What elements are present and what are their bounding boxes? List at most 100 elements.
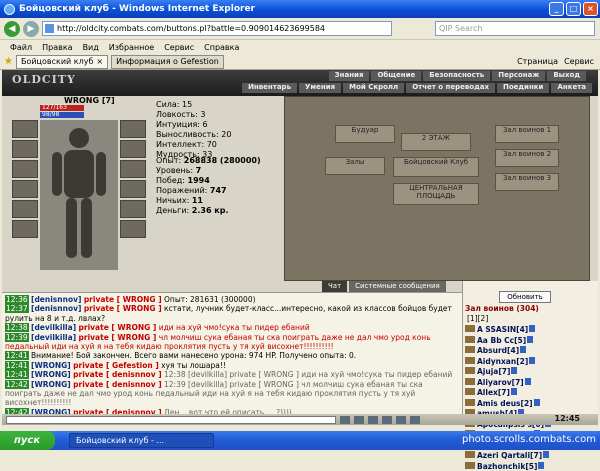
sound-icon[interactable]	[396, 415, 406, 424]
tab-gefestion-info[interactable]: Информация о Gefestion	[111, 54, 224, 69]
chat-private-target[interactable]: private [ denisnnov ]	[73, 370, 162, 379]
belt-slot[interactable]	[12, 200, 38, 218]
menu-edit[interactable]: Правка	[42, 43, 72, 52]
chat-private-target[interactable]: private [ denisnnov ]	[73, 380, 162, 389]
nav-profile[interactable]: Анкета	[551, 83, 592, 93]
menu-view[interactable]: Вид	[83, 43, 99, 52]
chat-sender[interactable]: [devilkilla]	[31, 333, 76, 342]
info-icon[interactable]	[527, 335, 534, 343]
menu-favorites[interactable]: Избранное	[109, 43, 154, 52]
favorites-star-icon[interactable]: ★	[4, 56, 13, 67]
room-warriors-3[interactable]: Зал воинов 3	[495, 173, 559, 191]
menu-help[interactable]: Справка	[204, 43, 239, 52]
room-warriors-1[interactable]: Зал воинов 1	[495, 125, 559, 143]
nav-inventory[interactable]: Инвентарь	[242, 83, 297, 93]
info-icon[interactable]	[511, 367, 518, 374]
chat-private-target[interactable]: private [ Gefestion ]	[73, 361, 159, 370]
chat-private-target[interactable]: private [ WRONG ]	[79, 323, 157, 332]
armor-slot[interactable]	[12, 180, 38, 198]
info-icon[interactable]	[520, 346, 527, 353]
info-icon[interactable]	[524, 377, 531, 385]
send-icon[interactable]	[340, 415, 350, 424]
back-button[interactable]: ◀	[4, 20, 20, 37]
user-list-item[interactable]: Absurd[4]	[465, 346, 597, 355]
room-halls[interactable]: Залы	[325, 157, 385, 175]
bracers-slot[interactable]	[120, 180, 146, 198]
nav-my-scroll[interactable]: Мой Скролл	[343, 83, 405, 93]
helmet-slot[interactable]	[12, 120, 38, 138]
user-name[interactable]: A SSASIN[4]	[477, 325, 528, 334]
start-button[interactable]: пуск	[0, 431, 55, 450]
nav-transfer-report[interactable]: Отчет о переводах	[406, 83, 495, 93]
weapon-slot[interactable]	[12, 160, 38, 178]
user-list-item[interactable]: Aa Bb Cc[5]	[465, 335, 597, 345]
user-name[interactable]: Amis deus[2]	[477, 399, 533, 408]
info-icon[interactable]	[543, 451, 550, 458]
menu-file[interactable]: Файл	[10, 43, 32, 52]
nav-exit[interactable]: Выход	[547, 71, 586, 81]
settings-icon[interactable]	[410, 415, 420, 424]
info-icon[interactable]	[529, 356, 536, 364]
info-icon[interactable]	[538, 461, 545, 469]
tab-system-messages[interactable]: Системные сообщения	[349, 281, 446, 292]
shield-slot[interactable]	[120, 160, 146, 178]
user-list-item[interactable]: Aliyarov[7]	[465, 377, 597, 387]
nav-knowledge[interactable]: Знания	[328, 71, 370, 81]
user-list-item[interactable]: Amis deus[2]	[465, 398, 597, 408]
info-icon[interactable]	[533, 398, 540, 406]
nav-security[interactable]: Безопасность	[423, 71, 491, 81]
info-icon[interactable]	[510, 388, 517, 395]
user-name[interactable]: Absurd[4]	[477, 346, 519, 355]
user-name[interactable]: Azeri Qartali[7]	[477, 451, 542, 460]
nav-social[interactable]: Общение	[371, 71, 422, 81]
tab-chat[interactable]: Чат	[322, 281, 348, 292]
menu-tools[interactable]: Сервис	[164, 43, 194, 52]
chat-sender[interactable]: [WRONG]	[31, 380, 71, 389]
ring-slot[interactable]	[120, 120, 146, 138]
room-floor-2[interactable]: 2 ЭТАЖ	[401, 133, 471, 151]
info-icon[interactable]	[529, 325, 536, 332]
chat-sender[interactable]: [WRONG]	[31, 361, 71, 370]
refresh-button[interactable]: Обновить	[499, 291, 551, 303]
room-central-square[interactable]: ЦЕНТРАЛЬНАЯ ПЛОЩАДЬ	[393, 183, 479, 205]
page-menu-button[interactable]: Страница	[517, 57, 558, 66]
maximize-button[interactable]: □	[566, 2, 581, 16]
tools-menu-button[interactable]: Сервис	[564, 57, 594, 66]
user-name[interactable]: Ajuja[7]	[477, 367, 510, 376]
chat-private-target[interactable]: private [ WRONG ]	[79, 333, 157, 342]
user-list-item[interactable]: Allex[7]	[465, 388, 597, 397]
room-fight-club[interactable]: Бойцовский Клуб	[393, 157, 479, 177]
taskbar-item-combats[interactable]: Бойцовский клуб - ...	[69, 433, 214, 448]
room-boudoir[interactable]: Будуар	[335, 125, 395, 143]
user-list-item[interactable]: Ajuja[7]	[465, 367, 597, 376]
clear-icon[interactable]	[382, 415, 392, 424]
chat-sender[interactable]: [denisnnov]	[31, 304, 81, 313]
forward-button[interactable]: ▶	[23, 20, 39, 37]
user-list-item[interactable]: A SSASIN[4]	[465, 325, 597, 334]
user-list-item[interactable]: Bazhonchik[5]	[465, 461, 597, 471]
search-input[interactable]: QIP Search	[435, 21, 595, 36]
user-name[interactable]: Allex[7]	[477, 388, 510, 397]
gloves-slot[interactable]	[120, 140, 146, 158]
smiley-icon[interactable]	[354, 415, 364, 424]
user-list-item[interactable]: Aidynxan[2]	[465, 356, 597, 366]
close-button[interactable]: ×	[583, 2, 598, 16]
minimize-button[interactable]: _	[549, 2, 564, 16]
chat-private-target[interactable]: private [ WRONG ]	[84, 304, 162, 313]
tab-close-icon[interactable]: ×	[96, 56, 103, 68]
pagination[interactable]: [1][2]	[467, 314, 488, 323]
nav-fights[interactable]: Поединки	[496, 83, 550, 93]
url-input[interactable]: http://oldcity.combats.com/buttons.pl?ba…	[42, 21, 392, 36]
user-name[interactable]: Aa Bb Cc[5]	[477, 336, 526, 345]
amulet-slot[interactable]	[12, 140, 38, 158]
user-list-item[interactable]: Azeri Qartali[7]	[465, 451, 597, 460]
boots-slot[interactable]	[12, 220, 38, 238]
chat-sender[interactable]: [devilkilla]	[31, 323, 76, 332]
chat-input[interactable]	[6, 415, 336, 424]
user-name[interactable]: Bazhonchik[5]	[477, 462, 537, 471]
room-warriors-2[interactable]: Зал воинов 2	[495, 149, 559, 167]
earring-slot[interactable]	[120, 220, 146, 238]
chat-private-target[interactable]: private [ WRONG ]	[84, 295, 162, 304]
filter-icon[interactable]	[368, 415, 378, 424]
user-name[interactable]: Aidynxan[2]	[477, 357, 528, 366]
